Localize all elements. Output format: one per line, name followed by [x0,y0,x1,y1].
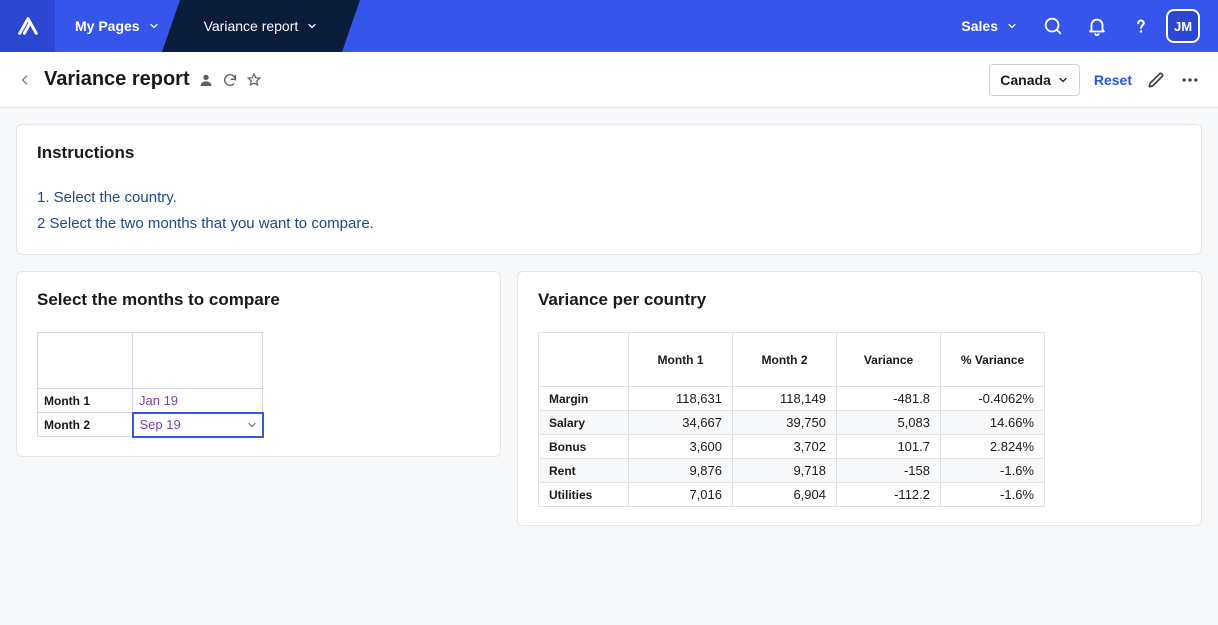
nav-tab-label: Variance report [204,18,299,34]
variance-table: Month 1 Month 2 Variance % Variance Marg… [538,332,1045,507]
chevron-down-icon [148,20,160,32]
row-label: Bonus [539,435,629,459]
avatar[interactable]: JM [1166,9,1200,43]
month2-select[interactable]: Sep 19 [133,413,263,437]
app-logo[interactable] [0,0,55,52]
row-label: Utilities [539,483,629,507]
country-select[interactable]: Canada [989,64,1080,96]
help-button[interactable] [1122,7,1160,45]
page-title: Variance report [44,68,190,91]
refresh-icon[interactable] [222,72,238,88]
chevron-down-icon [1006,20,1018,32]
cell-m2[interactable]: 118,149 [733,387,837,411]
page-header: Variance report Canada Reset [0,52,1218,108]
cell-var[interactable]: -158 [837,459,941,483]
avatar-initials: JM [1174,19,1192,34]
variance-card: Variance per country Month 1 Month 2 Var… [517,271,1202,526]
top-nav: My Pages Variance report Sales JM [0,0,1218,52]
instructions-title: Instructions [37,143,1181,163]
table-row [38,333,263,389]
cell-pct[interactable]: 14.66% [941,411,1045,435]
nav-my-pages-label: My Pages [75,18,140,34]
cell-m2[interactable]: 3,702 [733,435,837,459]
row-label: Rent [539,459,629,483]
help-icon [1130,15,1152,37]
table-header-row: Month 1 Month 2 Variance % Variance [539,333,1045,387]
header-right: Canada Reset [989,64,1200,96]
cell-m1[interactable]: 9,876 [629,459,733,483]
month-selector-card: Select the months to compare Month 1 Jan… [16,271,501,457]
cell-pct[interactable]: -1.6% [941,483,1045,507]
col-header-month1: Month 1 [629,333,733,387]
cell-m2[interactable]: 9,718 [733,459,837,483]
bell-icon [1086,15,1108,37]
cell-var[interactable]: -481.8 [837,387,941,411]
back-button[interactable] [18,73,32,87]
table-row: Salary 34,667 39,750 5,083 14.66% [539,411,1045,435]
col-header-month2: Month 2 [733,333,837,387]
row-label: Margin [539,387,629,411]
table-row: Bonus 3,600 3,702 101.7 2.824% [539,435,1045,459]
search-icon [1042,15,1064,37]
month2-label: Month 2 [38,413,133,437]
month1-value-cell[interactable]: Jan 19 [133,389,263,413]
month1-label: Month 1 [38,389,133,413]
cell-m1[interactable]: 34,667 [629,411,733,435]
star-icon[interactable] [246,72,262,88]
empty-header-cell [539,333,629,387]
cell-m1[interactable]: 118,631 [629,387,733,411]
title-icon-group [198,72,262,88]
nav-sales-label: Sales [961,18,998,34]
month-selector-table: Month 1 Jan 19 Month 2 Sep 19 [37,332,264,438]
variance-title: Variance per country [538,290,1181,310]
chevron-down-icon [246,419,258,431]
person-icon[interactable] [198,72,214,88]
table-row: Utilities 7,016 6,904 -112.2 -1.6% [539,483,1045,507]
instructions-card: Instructions 1. Select the country. 2 Se… [16,124,1202,255]
content-area: Instructions 1. Select the country. 2 Se… [0,108,1218,542]
table-row: Margin 118,631 118,149 -481.8 -0.4062% [539,387,1045,411]
cell-m1[interactable]: 7,016 [629,483,733,507]
table-row: Month 2 Sep 19 [38,413,263,437]
table-row: Rent 9,876 9,718 -158 -1.6% [539,459,1045,483]
empty-header-cell [133,333,263,389]
cell-var[interactable]: 101.7 [837,435,941,459]
col-header-variance: Variance [837,333,941,387]
instructions-line-2: 2 Select the two months that you want to… [37,211,1181,237]
edit-button[interactable] [1146,70,1166,90]
month2-value: Sep 19 [140,417,181,432]
reset-button[interactable]: Reset [1094,72,1132,88]
cell-m1[interactable]: 3,600 [629,435,733,459]
cell-var[interactable]: -112.2 [837,483,941,507]
nav-tab-variance-report[interactable]: Variance report [180,0,343,52]
cell-var[interactable]: 5,083 [837,411,941,435]
row-label: Salary [539,411,629,435]
col-header-pct-variance: % Variance [941,333,1045,387]
more-button[interactable] [1180,70,1200,90]
table-row: Month 1 Jan 19 [38,389,263,413]
nav-right: Sales JM [951,0,1218,52]
nav-sales[interactable]: Sales [951,0,1028,52]
cell-pct[interactable]: 2.824% [941,435,1045,459]
cell-pct[interactable]: -1.6% [941,459,1045,483]
search-button[interactable] [1034,7,1072,45]
cell-m2[interactable]: 39,750 [733,411,837,435]
cell-m2[interactable]: 6,904 [733,483,837,507]
chevron-down-icon [1057,74,1069,86]
chevron-down-icon [306,20,318,32]
notifications-button[interactable] [1078,7,1116,45]
country-select-label: Canada [1000,72,1051,88]
cell-pct[interactable]: -0.4062% [941,387,1045,411]
month-selector-title: Select the months to compare [37,290,480,310]
instructions-line-1: 1. Select the country. [37,185,1181,211]
empty-header-cell [38,333,133,389]
